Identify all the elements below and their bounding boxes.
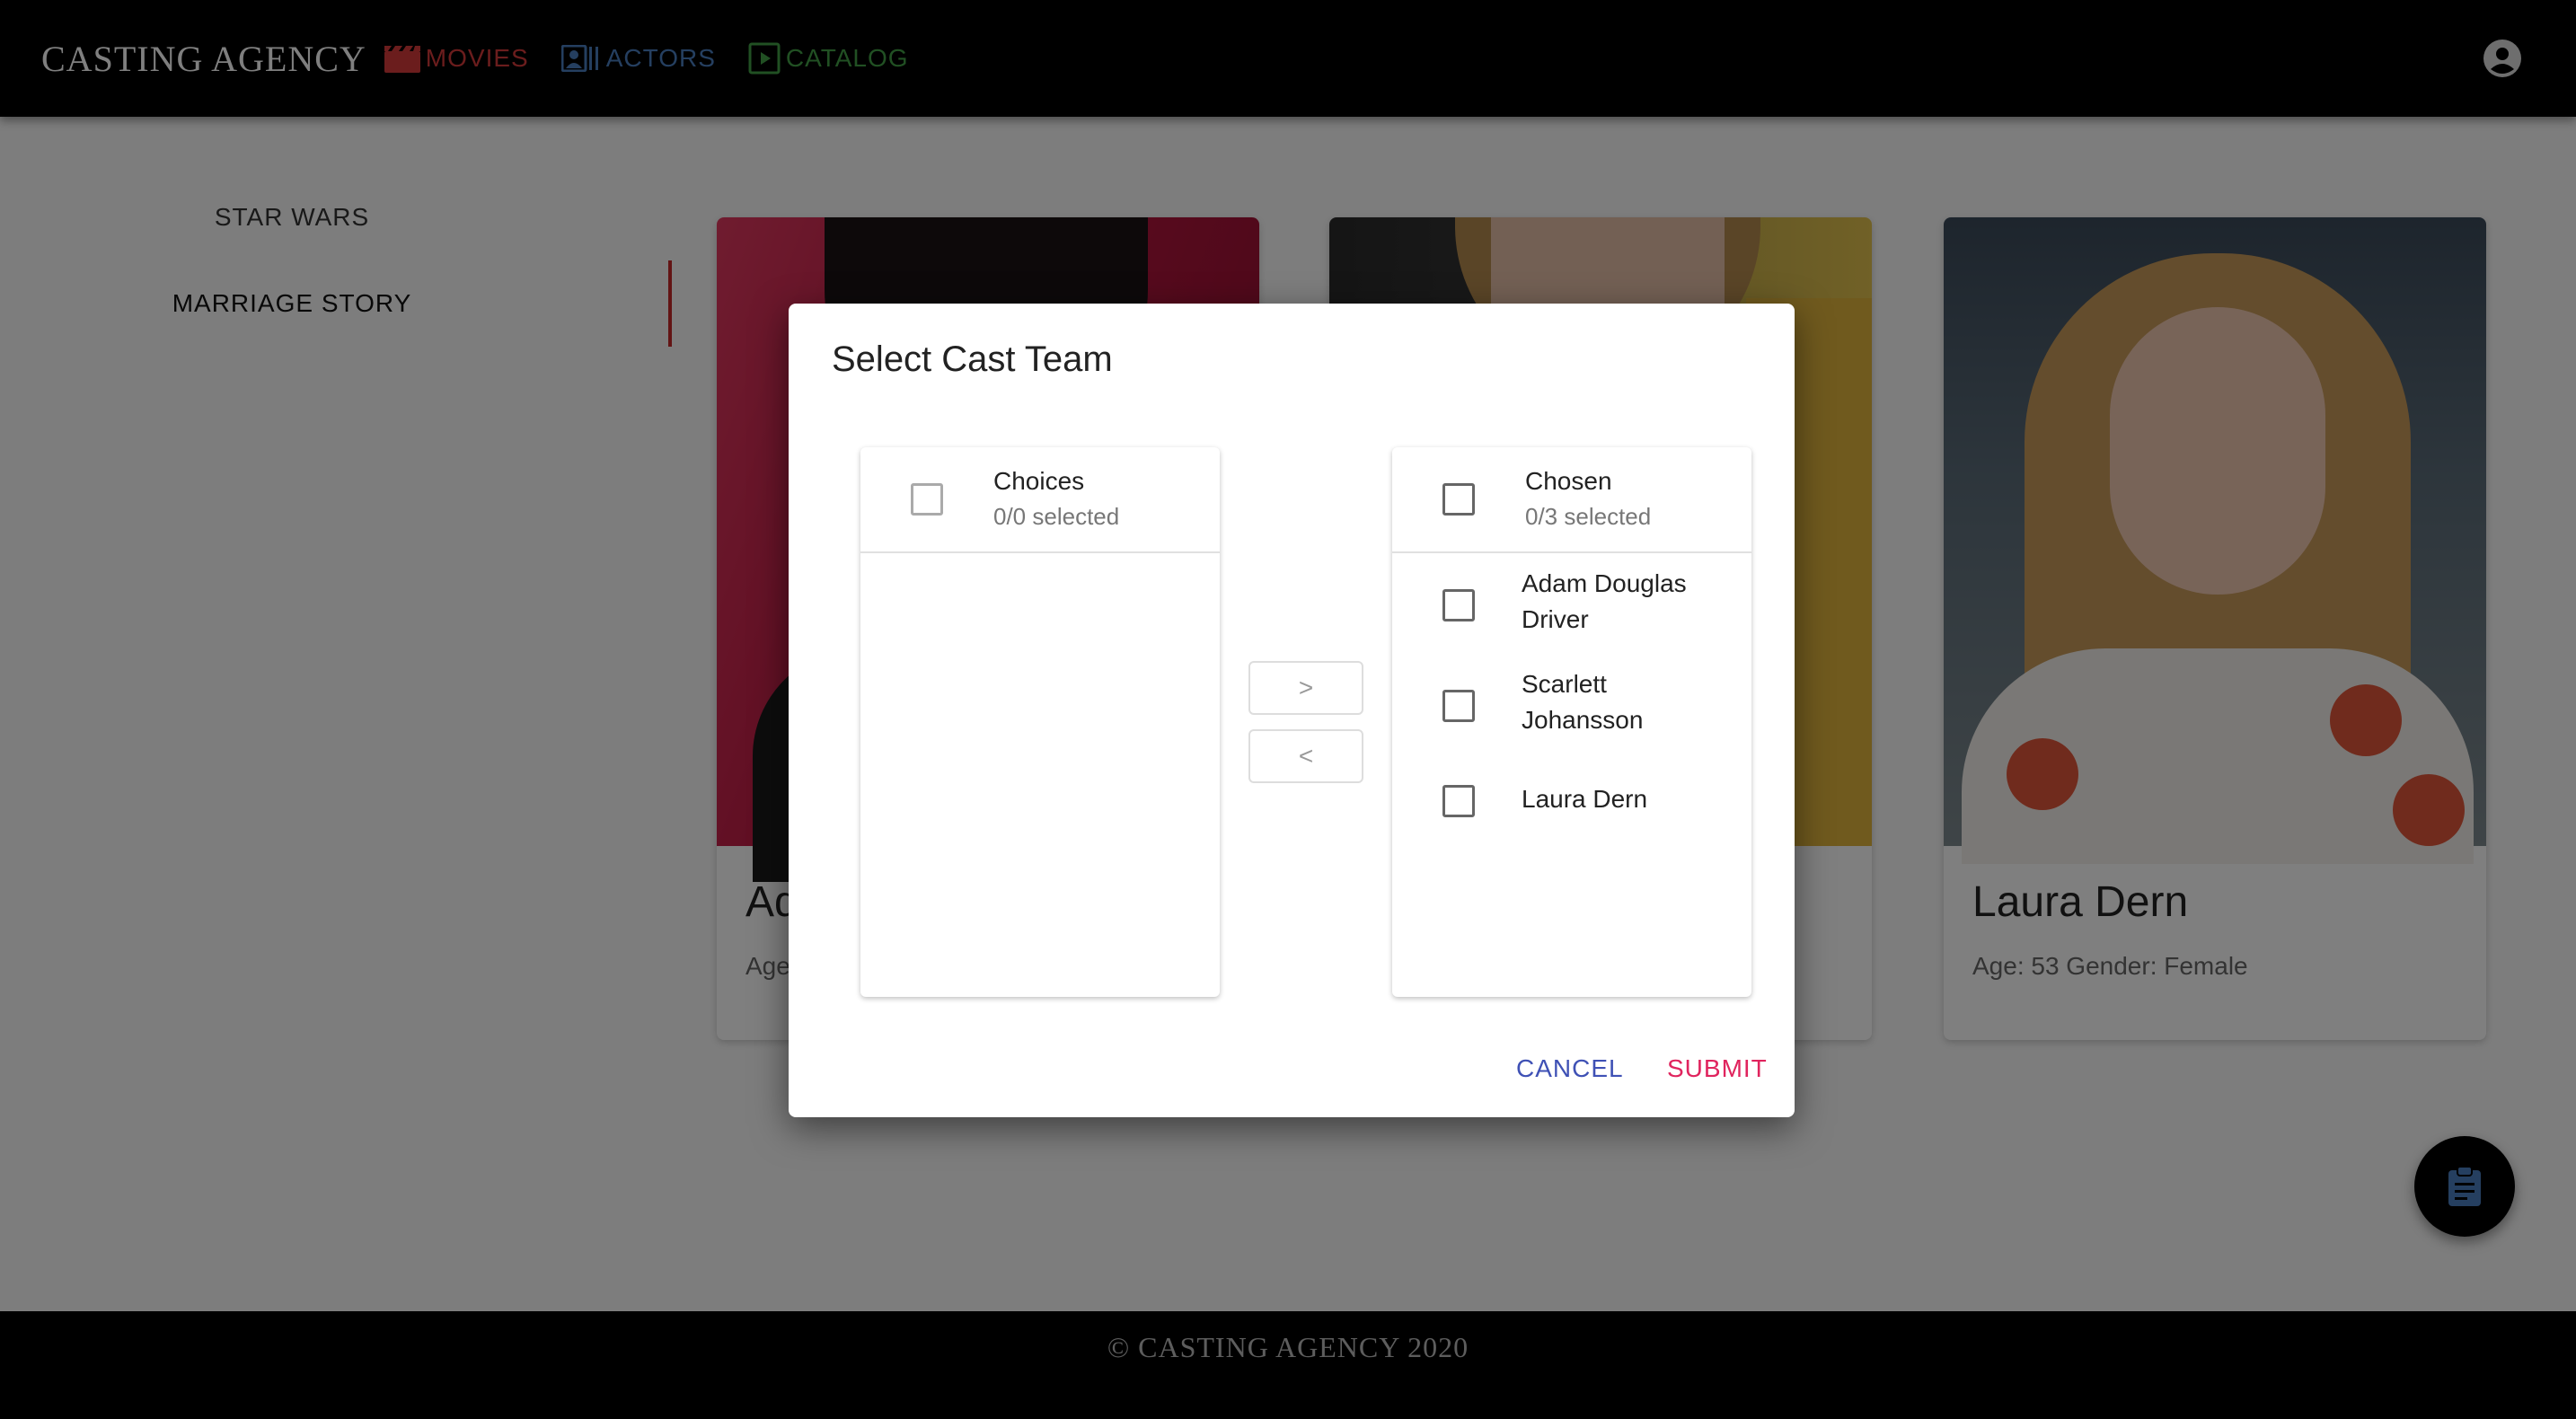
move-left-button[interactable]: <	[1248, 729, 1363, 783]
cancel-button[interactable]: CANCEL	[1516, 1054, 1624, 1083]
chosen-title: Chosen	[1525, 467, 1612, 495]
choices-title: Choices	[993, 467, 1085, 495]
cast-checkbox[interactable]	[1442, 785, 1475, 817]
list-item[interactable]: Adam Douglas Driver	[1392, 553, 1751, 654]
chosen-header: Chosen 0/3 selected	[1392, 447, 1751, 553]
choices-select-all-checkbox[interactable]	[911, 483, 943, 516]
choices-count: 0/0 selected	[993, 503, 1120, 530]
cast-name: Laura Dern	[1522, 785, 1648, 813]
cast-checkbox[interactable]	[1442, 589, 1475, 621]
cast-name: Adam Douglas Driver	[1522, 569, 1687, 633]
dialog-title: Select Cast Team	[832, 339, 1113, 379]
list-item[interactable]: Laura Dern	[1392, 754, 1751, 844]
cast-checkbox[interactable]	[1442, 690, 1475, 722]
chosen-list: Chosen 0/3 selected Adam Douglas Driver S…	[1392, 447, 1751, 997]
cast-name: Scarlett Johansson	[1522, 670, 1644, 734]
list-item[interactable]: Scarlett Johansson	[1392, 654, 1751, 754]
choices-list: Choices 0/0 selected	[860, 447, 1220, 997]
chosen-select-all-checkbox[interactable]	[1442, 483, 1475, 516]
choices-header: Choices 0/0 selected	[860, 447, 1220, 553]
move-right-button[interactable]: >	[1248, 661, 1363, 715]
chosen-count: 0/3 selected	[1525, 503, 1652, 530]
submit-button[interactable]: SUBMIT	[1667, 1054, 1768, 1083]
select-cast-dialog: Select Cast Team Choices 0/0 selected > …	[789, 304, 1795, 1117]
